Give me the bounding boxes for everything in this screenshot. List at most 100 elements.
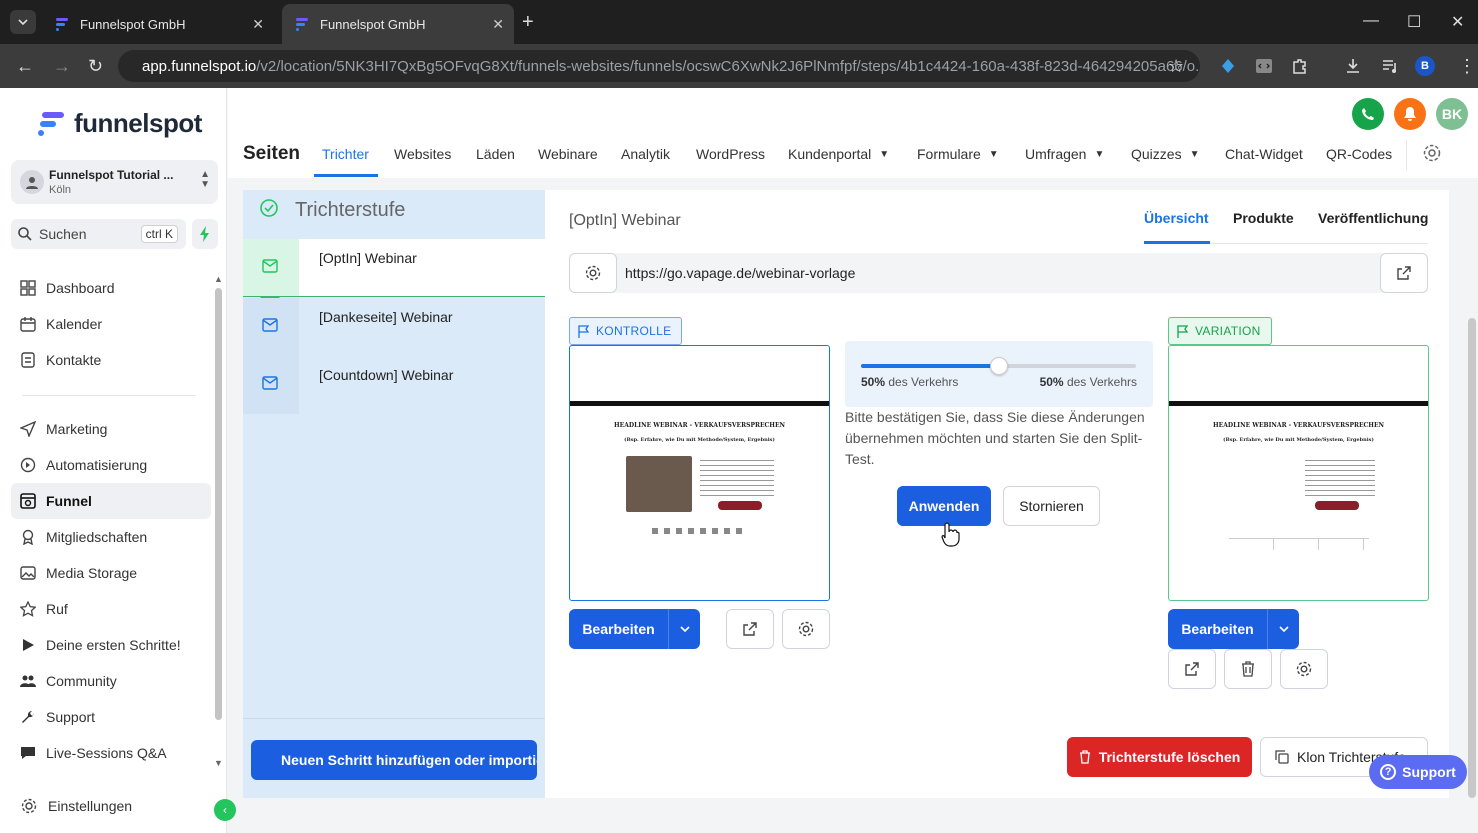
variation-settings-button[interactable] bbox=[1280, 649, 1328, 689]
collapse-sidebar-button[interactable]: ‹ bbox=[214, 799, 236, 821]
tab-title: Funnelspot GmbH bbox=[320, 16, 426, 32]
delete-stage-button[interactable]: Trichterstufe löschen bbox=[1067, 737, 1252, 777]
sidebar-item-mitgliedschaften[interactable]: Mitgliedschaften bbox=[20, 525, 147, 549]
sidebar-item-label: Ruf bbox=[46, 601, 68, 617]
tab-qr-codes[interactable]: QR-Codes bbox=[1326, 146, 1392, 162]
tab-webinare[interactable]: Webinare bbox=[538, 146, 598, 162]
address-bar[interactable]: app.funnelspot.io/v2/location/5NK3HI7QxB… bbox=[118, 50, 1200, 82]
funnel-step-item[interactable]: [Dankeseite] Webinar bbox=[243, 298, 545, 356]
tab-formulare[interactable]: Formulare ▼ bbox=[917, 146, 999, 162]
tab-websites[interactable]: Websites bbox=[394, 146, 451, 162]
sidebar-divider bbox=[22, 395, 196, 396]
section-title: Trichterstufe bbox=[295, 199, 406, 221]
maximize-icon[interactable]: ☐ bbox=[1407, 12, 1421, 32]
sidebar-item-label: Dashboard bbox=[46, 280, 115, 296]
tab-trichter[interactable]: Trichter bbox=[322, 146, 369, 162]
mail-icon bbox=[262, 259, 278, 273]
reload-icon[interactable]: ↻ bbox=[88, 56, 103, 76]
close-tab-icon[interactable]: ✕ bbox=[252, 16, 264, 33]
scroll-up-icon[interactable]: ▲ bbox=[214, 274, 223, 284]
control-preview[interactable]: HEADLINE WEBINAR - VERKAUFSVERSPRECHEN (… bbox=[569, 345, 830, 601]
chevron-down-icon[interactable] bbox=[1267, 609, 1299, 649]
user-avatar[interactable]: BK bbox=[1436, 98, 1468, 130]
sidebar-item-dashboard[interactable]: Dashboard bbox=[20, 276, 115, 300]
sidebar-item-einstellungen[interactable]: Einstellungen bbox=[20, 794, 132, 818]
variation-preview[interactable]: HEADLINE WEBINAR - VERKAUFSVERSPRECHEN (… bbox=[1168, 345, 1429, 601]
edit-variation-button[interactable]: Bearbeiten bbox=[1168, 609, 1299, 649]
user-icon bbox=[20, 170, 44, 194]
external-link-icon bbox=[1185, 662, 1199, 676]
back-icon[interactable]: ← bbox=[16, 56, 34, 76]
url-settings-button[interactable] bbox=[569, 253, 617, 293]
media-control-icon[interactable] bbox=[1380, 56, 1400, 76]
sidebar-item-kontakte[interactable]: Kontakte bbox=[20, 348, 101, 372]
tab-veroeffentlichung[interactable]: Veröffentlichung bbox=[1318, 210, 1428, 226]
profile-avatar[interactable]: B bbox=[1415, 56, 1435, 76]
notifications-button[interactable] bbox=[1394, 98, 1426, 130]
tab-laeden[interactable]: Läden bbox=[476, 146, 515, 162]
delete-variation-button[interactable] bbox=[1224, 649, 1272, 689]
page-scrollbar[interactable] bbox=[1468, 318, 1476, 798]
tab-umfragen[interactable]: Umfragen ▼ bbox=[1025, 146, 1104, 162]
sidebar-item-funnel[interactable]: Funnel bbox=[11, 483, 211, 519]
settings-gear-icon[interactable] bbox=[1422, 143, 1442, 163]
close-tab-icon[interactable]: ✕ bbox=[492, 16, 504, 33]
minimize-icon[interactable]: — bbox=[1363, 12, 1379, 30]
funnel-step-item[interactable]: [OptIn] Webinar bbox=[243, 239, 545, 297]
apply-button[interactable]: Anwenden bbox=[897, 486, 991, 526]
scroll-down-icon[interactable]: ▼ bbox=[214, 758, 223, 768]
step-url[interactable]: https://go.vapage.de/webinar-vorlage bbox=[625, 265, 855, 281]
edit-control-button[interactable]: Bearbeiten bbox=[569, 609, 700, 649]
phone-button[interactable] bbox=[1352, 98, 1384, 130]
tab-quizzes[interactable]: Quizzes ▼ bbox=[1131, 146, 1199, 162]
support-chat-button[interactable]: ? Support bbox=[1369, 755, 1467, 789]
control-settings-button[interactable] bbox=[782, 609, 830, 649]
extension-icon[interactable] bbox=[1218, 56, 1238, 76]
funnelspot-favicon-icon bbox=[296, 18, 308, 31]
tab-kundenportal[interactable]: Kundenportal ▼ bbox=[788, 146, 889, 162]
download-icon[interactable] bbox=[1343, 56, 1363, 76]
new-tab-icon[interactable]: + bbox=[522, 12, 534, 32]
sidebar-item-label: Marketing bbox=[46, 421, 108, 437]
sidebar-item-label: Mitgliedschaften bbox=[46, 529, 148, 545]
funnel-step-item[interactable]: [Countdown] Webinar bbox=[243, 356, 545, 414]
open-control-button[interactable] bbox=[726, 609, 774, 649]
traffic-split-slider[interactable] bbox=[861, 357, 1136, 375]
browser-menu-icon[interactable]: ⋮ bbox=[1458, 56, 1476, 76]
search-icon bbox=[18, 227, 32, 241]
tab-wordpress[interactable]: WordPress bbox=[696, 146, 765, 162]
pct-suffix: des Verkehrs bbox=[888, 375, 959, 389]
tab-analytik[interactable]: Analytik bbox=[621, 146, 670, 162]
chevron-down-icon[interactable] bbox=[668, 609, 700, 649]
sidebar-item-marketing[interactable]: Marketing bbox=[20, 417, 107, 441]
slider-handle[interactable] bbox=[989, 357, 1008, 375]
bookmark-star-icon[interactable]: ☆ bbox=[1168, 56, 1184, 76]
sidebar-item-ruf[interactable]: Ruf bbox=[20, 597, 68, 621]
brand-logo[interactable]: funnelspot bbox=[36, 108, 202, 139]
add-step-button[interactable]: Neuen Schritt hinzufügen oder importiere… bbox=[251, 740, 537, 780]
browser-tab[interactable]: Funnelspot GmbH ✕ bbox=[42, 4, 274, 44]
sidebar-item-support[interactable]: Support bbox=[20, 705, 95, 729]
sidebar-item-live-sessions[interactable]: Live-Sessions Q&A bbox=[20, 741, 167, 765]
sidebar-item-community[interactable]: Community bbox=[20, 669, 117, 693]
location-switcher[interactable]: Funnelspot Tutorial ... Köln ▲ ▼ bbox=[11, 160, 218, 204]
tab-uebersicht[interactable]: Übersicht bbox=[1144, 210, 1209, 226]
open-variation-button[interactable] bbox=[1168, 649, 1216, 689]
forward-icon[interactable]: → bbox=[53, 56, 71, 76]
sidebar-item-kalender[interactable]: Kalender bbox=[20, 312, 102, 336]
window-close-icon[interactable]: ✕ bbox=[1451, 12, 1464, 32]
tab-produkte[interactable]: Produkte bbox=[1233, 210, 1294, 226]
sidebar-item-media-storage[interactable]: Media Storage bbox=[20, 561, 137, 585]
sidebar-item-erste-schritte[interactable]: Deine ersten Schritte! bbox=[20, 633, 181, 657]
tab-chat-widget[interactable]: Chat-Widget bbox=[1225, 146, 1303, 162]
quick-action-button[interactable] bbox=[192, 219, 218, 249]
search-input[interactable]: Suchen ctrl K bbox=[11, 219, 186, 249]
browser-tab-active[interactable]: Funnelspot GmbH ✕ bbox=[282, 4, 514, 44]
puzzle-icon[interactable] bbox=[1290, 56, 1310, 76]
open-url-button[interactable] bbox=[1380, 253, 1428, 293]
sidebar-scrollbar[interactable] bbox=[215, 288, 222, 720]
cancel-button[interactable]: Stornieren bbox=[1003, 486, 1100, 526]
code-extension-icon[interactable] bbox=[1254, 56, 1274, 76]
tab-search-button[interactable] bbox=[10, 10, 36, 34]
sidebar-item-automatisierung[interactable]: Automatisierung bbox=[20, 453, 147, 477]
